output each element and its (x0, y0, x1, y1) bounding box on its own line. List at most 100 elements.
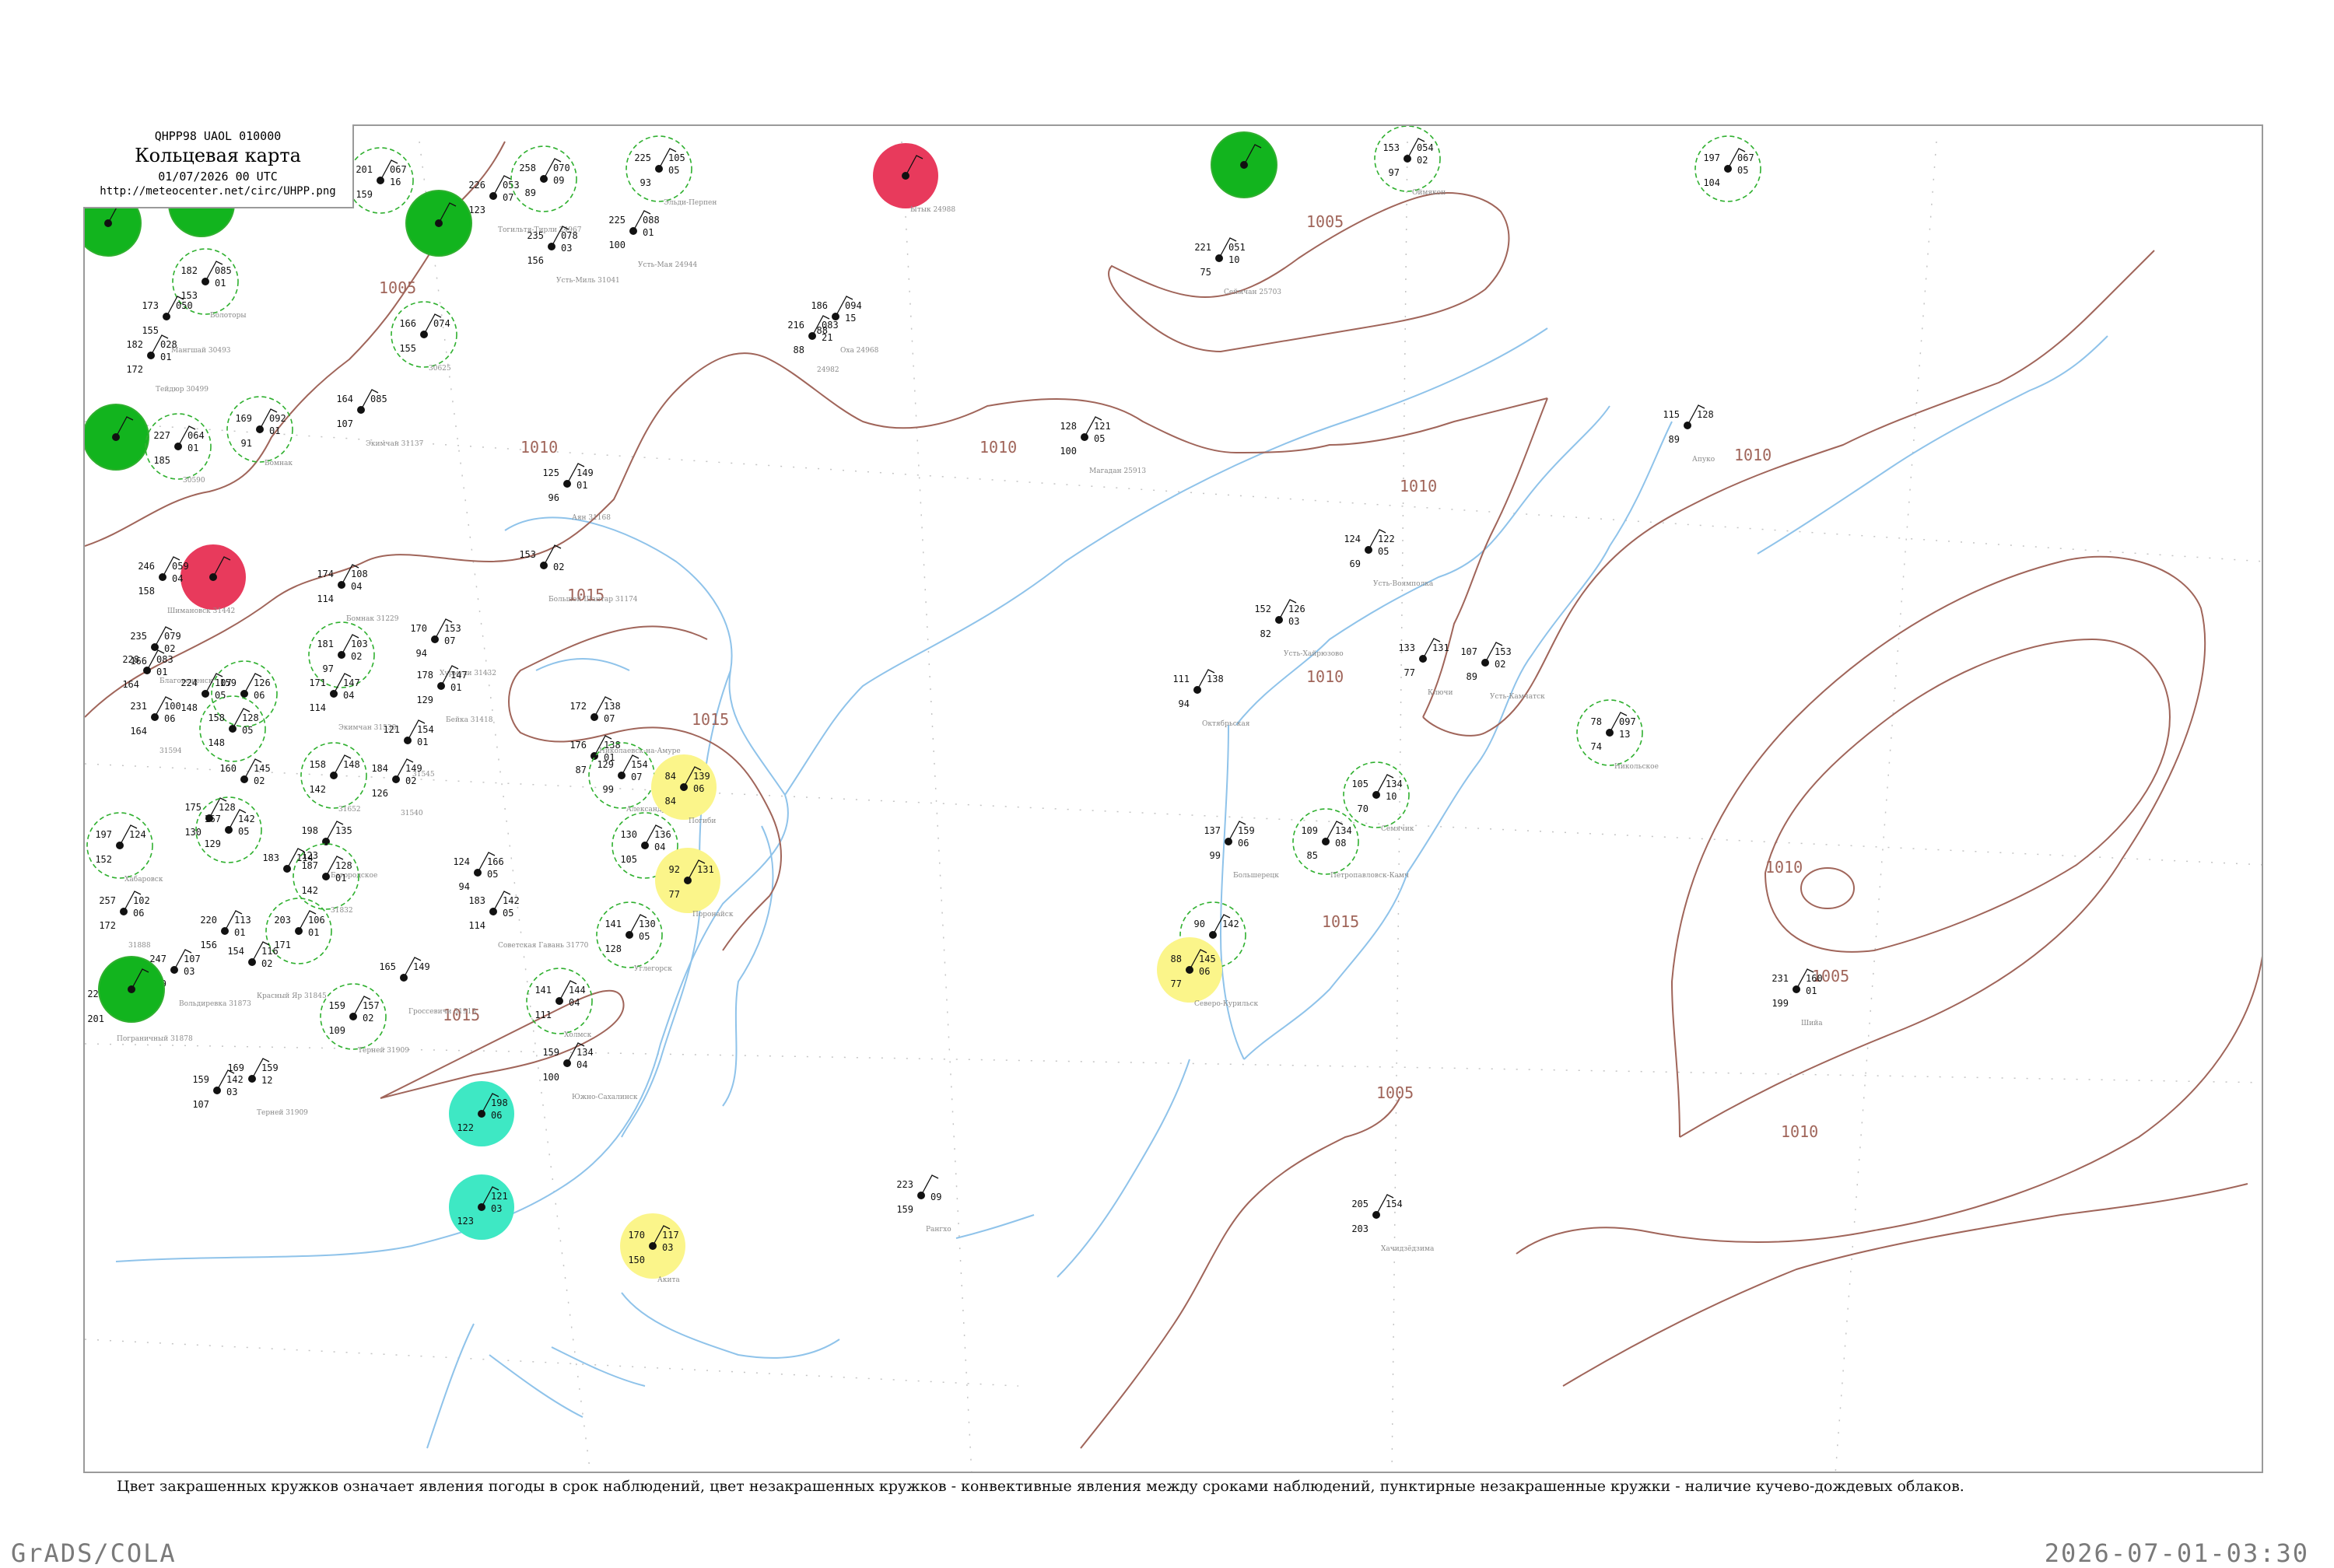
station-tendency: 06 (693, 783, 704, 794)
station-pressure: 100 (164, 701, 181, 712)
station-dewpoint: 100 (542, 1072, 559, 1083)
station-pressure: 142 (238, 814, 255, 824)
station-name: Сеймчан 25703 (1224, 289, 1281, 296)
station-dewpoint: 159 (356, 189, 373, 200)
station-tendency: 13 (1619, 729, 1630, 740)
station-plot: 158 142 148 31652 (300, 742, 367, 814)
station-tendency: 06 (491, 1110, 502, 1121)
station-dewpoint: 114 (309, 702, 326, 713)
station-temperature: 182 (180, 265, 198, 276)
station-plot: 258 89 070 09 (510, 145, 577, 212)
station-temperature: 198 (301, 825, 318, 836)
station-plot: 235 156 078 03 Усть-Миль 31041 (527, 226, 620, 285)
isobar-label: 1015 (1322, 912, 1359, 931)
station-plot: 159 100 13404 Южно-Сахалинск (542, 1042, 638, 1101)
station-dewpoint: 129 (204, 838, 221, 849)
bulletin-code: QHPP98 UAOL 010000 (154, 129, 282, 143)
station-plot: 141 111 14404 Холмск (526, 968, 593, 1039)
isobar-label: 1010 (1734, 446, 1772, 464)
station-temperature: 129 (597, 759, 614, 770)
station-plot: 92 77 131 Поронайск (655, 848, 734, 919)
station-temperature: 184 (371, 763, 388, 774)
station-dewpoint: 89 (1467, 671, 1477, 682)
station-tendency: 01 (335, 873, 346, 884)
station-dewpoint: 150 (628, 1255, 645, 1265)
station-temperature: 107 (1460, 646, 1477, 657)
station-dewpoint: 94 (1179, 698, 1190, 709)
station-pressure: 053 (503, 180, 520, 191)
station-tendency: 03 (491, 1203, 502, 1214)
station-pressure: 113 (234, 915, 251, 926)
station-tendency: 01 (576, 480, 587, 491)
footer-timestamp: 2026-07-01-03:30 (2044, 1538, 2309, 1568)
station-temperature: 197 (95, 829, 112, 840)
station-layer: 201 159 067 16 182 153 085 01 Болоторы 173 155 050 М… (85, 126, 1823, 1284)
station-temperature: 181 (317, 639, 334, 649)
station-plot: 160 14502 (219, 758, 271, 786)
station-tendency: 06 (1199, 966, 1210, 977)
station-temperature: 226 (468, 180, 485, 191)
station-plot: 152 82 126 03 Усть-Хайрюзово (1254, 599, 1344, 658)
station-plot: 225 93 105 05 Эльди-Перпен (626, 135, 717, 207)
station-dewpoint: 203 (1351, 1223, 1369, 1234)
station-name: Вольдиревка 31873 (179, 1000, 251, 1008)
coastlines (115, 327, 2108, 1449)
station-name: Мангшай 30493 (171, 347, 231, 355)
station-dewpoint: 172 (99, 920, 116, 931)
station-pressure: 142 (503, 895, 520, 906)
station-dewpoint: 164 (122, 679, 139, 690)
station-dewpoint: 93 (640, 177, 651, 188)
station-temperature: 169 (227, 1062, 244, 1073)
station-pressure: 074 (433, 318, 450, 329)
station-name: Оймякон (1412, 189, 1446, 197)
station-temperature: 109 (1301, 825, 1318, 836)
station-pressure: 028 (160, 339, 177, 350)
station-dewpoint: 100 (1060, 446, 1077, 457)
station-dewpoint: 94 (416, 648, 427, 659)
station-name: Большерецк (1233, 872, 1279, 880)
station-plot: 88 77 145 06 Северо-Курильск (1157, 937, 1259, 1008)
station-dewpoint: 84 (665, 796, 676, 807)
station-dewpoint: 91 (241, 438, 252, 449)
station-plot: 124 69 122 05 Усть-Воямполка (1344, 529, 1434, 588)
station-name: Бомнак 31229 (346, 615, 399, 623)
station-dewpoint: 142 (301, 885, 318, 896)
station-temperature: 225 (634, 152, 651, 163)
map-url[interactable]: http://meteocenter.net/circ/UHPP.png (83, 185, 352, 198)
station-dewpoint: 148 (208, 737, 225, 748)
station-pressure: 134 (576, 1047, 594, 1058)
station-plot: 183 114 142 05 Советская Гавань 31770 (468, 891, 589, 950)
station-plot: 124 94 166 05 (453, 852, 504, 892)
station-pressure: 128 (219, 802, 236, 813)
station-tendency: 16 (390, 177, 401, 187)
station-pressure: 106 (308, 915, 325, 926)
station-pressure: 144 (569, 985, 586, 996)
station-dewpoint: 155 (399, 343, 416, 354)
station-name: Ытык 24988 (910, 206, 955, 214)
isobar-label: 1010 (520, 438, 558, 457)
station-pressure: 134 (1335, 825, 1352, 836)
station-plot: 221 75 05110 Сеймчан 25703 (1194, 237, 1281, 296)
station-pressure: 135 (335, 825, 352, 836)
station-tendency: 05 (1378, 546, 1389, 557)
station-temperature: 158 (208, 712, 225, 723)
station-temperature: 159 (192, 1074, 209, 1085)
station-temperature: 225 (608, 215, 626, 226)
station-plot: 184 126 14902 31540 (371, 758, 423, 817)
station-plot: 141 128 130 05 Углегорск (596, 901, 672, 973)
station-dewpoint: 109 (328, 1025, 345, 1036)
station-dewpoint: 123 (468, 205, 485, 215)
station-dewpoint: 185 (153, 455, 170, 466)
station-dewpoint: 156 (200, 940, 217, 950)
station-tendency: 09 (930, 1192, 941, 1202)
station-tendency: 03 (1288, 616, 1299, 627)
station-temperature: 152 (1254, 604, 1271, 614)
station-dewpoint: 201 (87, 1013, 104, 1024)
station-plot: 122 198 06 (449, 1081, 514, 1146)
station-name: Аян 31168 (572, 514, 611, 522)
station-pressure: 121 (491, 1191, 508, 1202)
station-plot: 1709415307Хурмули 31432 (410, 618, 496, 677)
station-pressure: 067 (390, 164, 407, 175)
station-dewpoint: 94 (459, 881, 470, 892)
isobar-label: 1005 (1376, 1083, 1414, 1102)
